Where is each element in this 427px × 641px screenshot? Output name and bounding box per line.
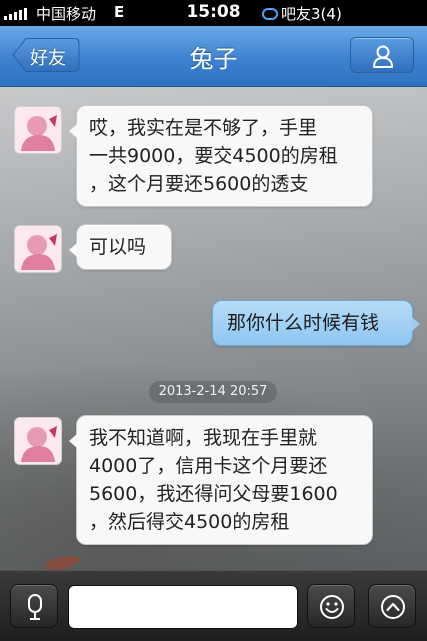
message-line: ，然后得交4500的房租	[89, 511, 290, 533]
message-timestamp: 2013-2-14 20:57	[149, 381, 277, 403]
message-line: 5600，我还得问父母要1600	[89, 483, 338, 505]
contact-avatar[interactable]	[14, 225, 62, 273]
voice-button[interactable]	[10, 584, 58, 628]
incoming-message[interactable]: 哎，我实在是不够了，手里 一共9000，要交4500的房租 ，这个月要还5600…	[69, 105, 373, 207]
message-line: 我不知道啊，我现在手里就	[89, 427, 318, 449]
app-notification: 吧友3(4)	[262, 3, 342, 24]
nav-bar: 好友 兔子	[0, 26, 427, 87]
message-line: 哎，我实在是不够了，手里	[89, 117, 318, 139]
clock: 15:08	[186, 2, 241, 22]
avatar-image	[15, 418, 61, 464]
message-line: 4000了，信用卡这个月要还	[89, 455, 328, 477]
microphone-icon	[28, 594, 42, 620]
message-input[interactable]	[68, 585, 298, 629]
avatar-image	[15, 226, 61, 272]
person-icon	[373, 45, 393, 68]
chevron-up-icon	[381, 595, 405, 619]
contact-avatar[interactable]	[14, 417, 62, 465]
app-notification-text: 吧友3(4)	[281, 5, 342, 23]
message-line: ，这个月要还5600的透支	[89, 173, 309, 195]
message-line: 可以吗	[89, 236, 147, 258]
input-bar	[0, 570, 427, 641]
incoming-message[interactable]: 可以吗	[69, 224, 172, 270]
message-line: 一共9000，要交4500的房租	[89, 145, 338, 167]
chat-area[interactable]: 哎，我实在是不够了，手里 一共9000，要交4500的房租 ，这个月要还5600…	[0, 87, 427, 570]
profile-button[interactable]	[350, 37, 414, 73]
more-button[interactable]	[368, 584, 416, 628]
message-line: 那你什么时候有钱	[227, 312, 380, 334]
status-bar: 中国移动 E 15:08 吧友3(4)	[0, 0, 427, 26]
smiley-icon	[320, 595, 344, 619]
chat-bubble-icon	[262, 7, 278, 20]
avatar-image	[15, 107, 61, 153]
contact-avatar[interactable]	[14, 106, 62, 154]
incoming-message[interactable]: 我不知道啊，我现在手里就 4000了，信用卡这个月要还 5600，我还得问父母要…	[69, 415, 373, 545]
emoji-button[interactable]	[307, 584, 355, 628]
outgoing-message[interactable]: 那你什么时候有钱	[212, 300, 420, 346]
